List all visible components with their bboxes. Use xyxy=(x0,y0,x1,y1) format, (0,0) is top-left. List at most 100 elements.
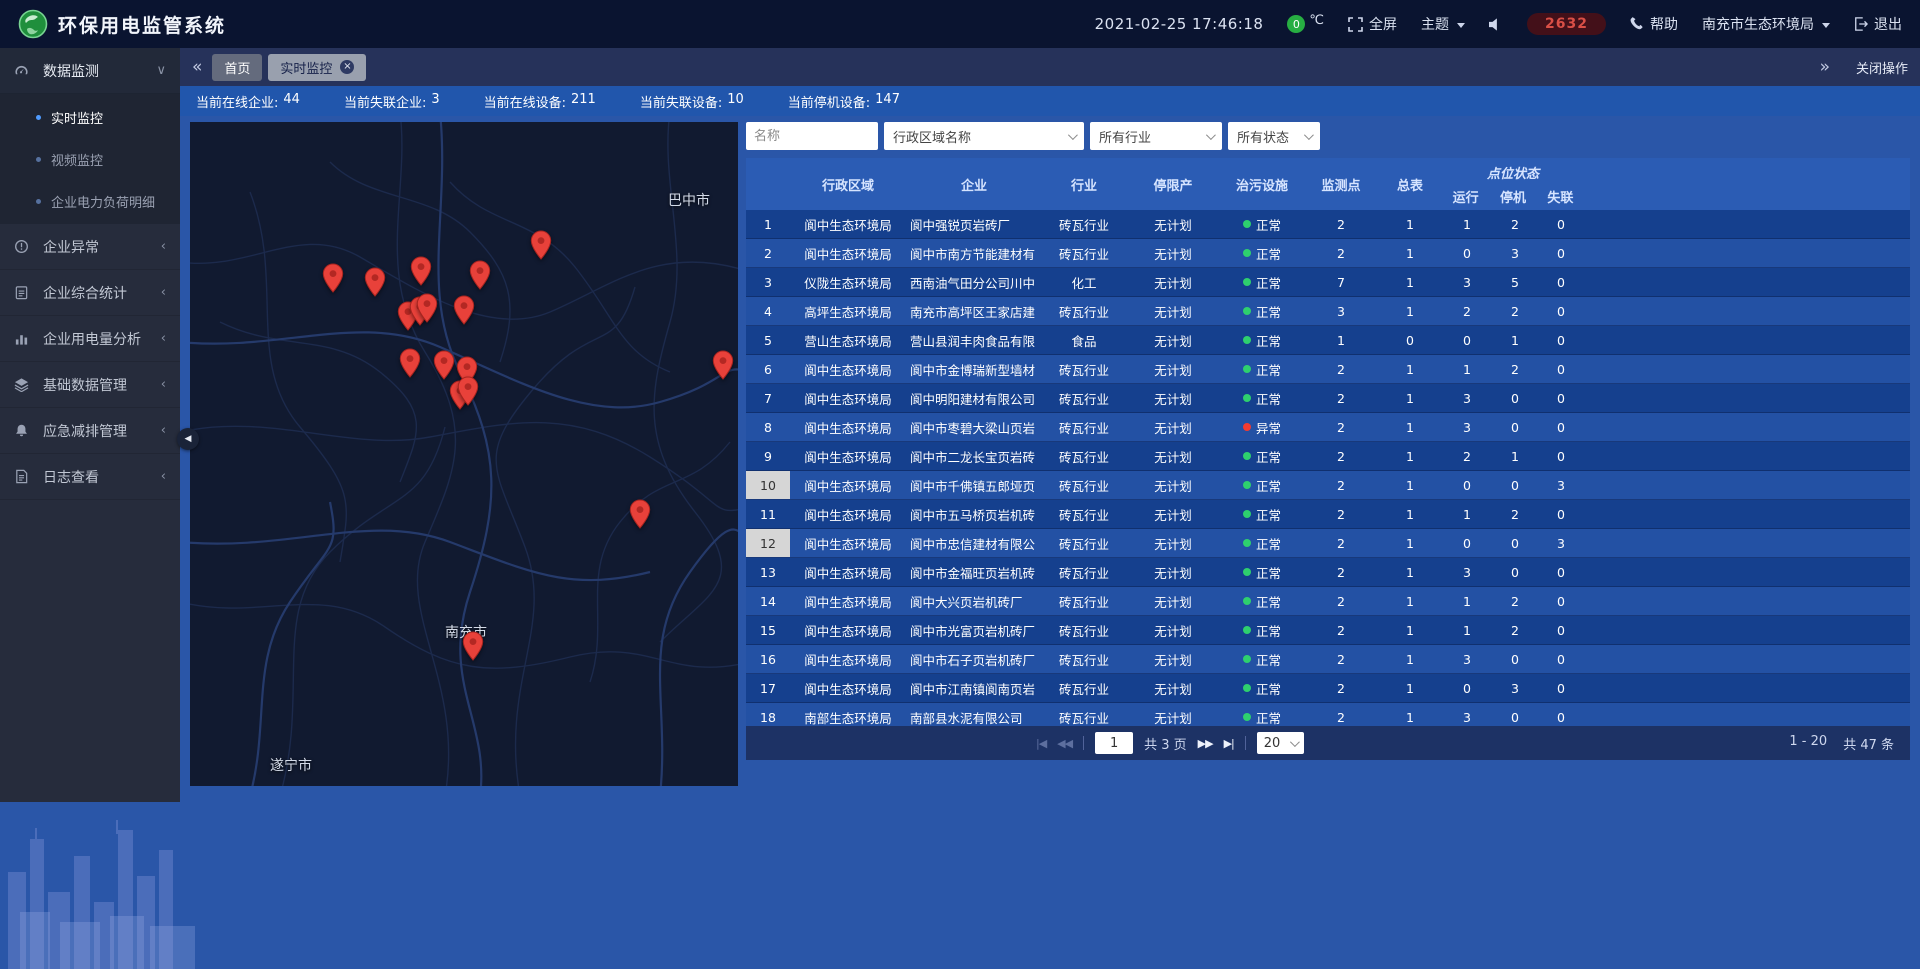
cell-region: 阆中生态环境局 xyxy=(790,384,906,412)
table-row-8[interactable]: 8 阆中生态环境局 阆中市枣碧大梁山页岩 砖瓦行业 无计划 异常 2 1 3 0… xyxy=(746,413,1910,442)
cell-lost: 0 xyxy=(1538,210,1584,238)
name-filter-input[interactable] xyxy=(746,122,878,150)
sidebar-group: 基础数据管理 ‹ xyxy=(0,362,180,408)
cell-region: 阆中生态环境局 xyxy=(790,471,906,499)
cell-total: 1 xyxy=(1378,703,1442,726)
fullscreen-button[interactable]: 全屏 xyxy=(1348,14,1397,34)
table-row-5[interactable]: 5 营山生态环境局 营山县润丰肉食品有限 食品 无计划 正常 1 0 0 1 0 xyxy=(746,326,1910,355)
status-filter-select[interactable]: 所有状态 xyxy=(1228,122,1320,150)
filter-bar: 行政区域名称 所有行业 所有状态 xyxy=(746,122,1910,150)
table-row-6[interactable]: 6 阆中生态环境局 阆中市金博瑞新型墙材 砖瓦行业 无计划 正常 2 1 1 2… xyxy=(746,355,1910,384)
status-dot xyxy=(1243,394,1251,402)
map-pin-10[interactable] xyxy=(399,348,421,378)
stat-value: 44 xyxy=(283,92,300,111)
sidebar-subitem-1-1[interactable]: 实时监控 xyxy=(0,96,180,138)
table-row-3[interactable]: 3 仪陇生态环境局 西南油气田分公司川中 化工 无计划 正常 7 1 3 5 0 xyxy=(746,268,1910,297)
tab-1[interactable]: 首页 xyxy=(212,54,262,81)
pager-last-button[interactable]: ▶| xyxy=(1224,737,1234,750)
table-row-14[interactable]: 14 阆中生态环境局 阆中大兴页岩机砖厂 砖瓦行业 无计划 正常 2 1 1 2… xyxy=(746,587,1910,616)
map-pin-3[interactable] xyxy=(410,256,432,286)
sidebar-group: 数据监测 ∨ 实时监控 视频监控 企业电力负荷明细 xyxy=(0,48,180,224)
table-row-10[interactable]: 10 阆中生态环境局 阆中市千佛镇五郎垭页 砖瓦行业 无计划 正常 2 1 0 … xyxy=(746,471,1910,500)
org-dropdown[interactable]: 南充市生态环境局 xyxy=(1702,14,1830,34)
map-pin-14[interactable] xyxy=(457,376,479,406)
cell-facility: 正常 xyxy=(1220,384,1304,412)
sidebar-item-7[interactable]: 日志查看 ‹ xyxy=(0,454,180,500)
sound-button[interactable] xyxy=(1489,18,1503,31)
cell-facility: 正常 xyxy=(1220,471,1304,499)
cell-run: 3 xyxy=(1442,413,1492,441)
map-pin-5[interactable] xyxy=(530,230,552,260)
table-row-1[interactable]: 1 阆中生态环境局 阆中强锐页岩砖厂 砖瓦行业 无计划 正常 2 1 1 2 0 xyxy=(746,210,1910,239)
col-facility: 治污设施 xyxy=(1220,158,1304,210)
page-size-select[interactable]: 20 xyxy=(1257,732,1305,754)
sidebar-item-6[interactable]: 应急减排管理 ‹ xyxy=(0,408,180,454)
log-icon xyxy=(14,469,34,484)
sidebar-item-2[interactable]: 企业异常 ‹ xyxy=(0,224,180,270)
table-row-17[interactable]: 17 阆中生态环境局 阆中市江南镇阆南页岩 砖瓦行业 无计划 正常 2 1 0 … xyxy=(746,674,1910,703)
cell-company: 阆中市千佛镇五郎垭页 xyxy=(906,471,1042,499)
sidebar-item-3[interactable]: 企业综合统计 ‹ xyxy=(0,270,180,316)
cell-run: 2 xyxy=(1442,442,1492,470)
map-collapse-button[interactable]: ◀ xyxy=(177,428,199,450)
table-row-13[interactable]: 13 阆中生态环境局 阆中市金福旺页岩机砖 砖瓦行业 无计划 正常 2 1 3 … xyxy=(746,558,1910,587)
page-number-input[interactable] xyxy=(1095,732,1133,754)
sidebar-item-1[interactable]: 数据监测 ∨ xyxy=(0,48,180,94)
cell-industry: 砖瓦行业 xyxy=(1042,210,1126,238)
map-pin-15[interactable] xyxy=(712,350,734,380)
region-filter-select[interactable]: 行政区域名称 xyxy=(884,122,1084,150)
cell-limit: 无计划 xyxy=(1126,674,1220,702)
sidebar-subitem-1-3[interactable]: 企业电力负荷明细 xyxy=(0,180,180,222)
table-row-18[interactable]: 18 南部生态环境局 南部县水泥有限公司 砖瓦行业 无计划 正常 2 1 3 0… xyxy=(746,703,1910,726)
sidebar-item-5[interactable]: 基础数据管理 ‹ xyxy=(0,362,180,408)
map-pin-8[interactable] xyxy=(416,293,438,323)
tab-2[interactable]: 实时监控 × xyxy=(268,54,366,81)
pager-first-button[interactable]: |◀ xyxy=(1036,737,1046,750)
map-pin-2[interactable] xyxy=(364,267,386,297)
cell-company: 阆中市金福旺页岩机砖 xyxy=(906,558,1042,586)
map-pin-11[interactable] xyxy=(433,350,455,380)
cell-lost: 0 xyxy=(1538,384,1584,412)
cell-lost: 0 xyxy=(1538,268,1584,296)
tab-scroll-left-icon[interactable]: « xyxy=(192,57,202,77)
table-row-16[interactable]: 16 阆中生态环境局 阆中市石子页岩机砖厂 砖瓦行业 无计划 正常 2 1 3 … xyxy=(746,645,1910,674)
cell-stop: 2 xyxy=(1492,587,1538,615)
pager-prev-button[interactable]: ◀◀ xyxy=(1057,737,1072,750)
cell-region: 南部生态环境局 xyxy=(790,703,906,726)
tab-scroll-right-icon[interactable]: » xyxy=(1820,57,1830,77)
cell-total: 1 xyxy=(1378,355,1442,383)
stat-label: 当前失联企业: xyxy=(344,92,426,111)
facility-status-label: 正常 xyxy=(1256,360,1281,379)
cell-region: 阆中生态环境局 xyxy=(790,587,906,615)
tab-close-icon[interactable]: × xyxy=(340,60,354,74)
sidebar-group: 日志查看 ‹ xyxy=(0,454,180,500)
cell-company: 阆中市金博瑞新型墙材 xyxy=(906,355,1042,383)
sidebar-subitem-1-2[interactable]: 视频监控 xyxy=(0,138,180,180)
table-row-15[interactable]: 15 阆中生态环境局 阆中市光富页岩机砖厂 砖瓦行业 无计划 正常 2 1 1 … xyxy=(746,616,1910,645)
table-row-12[interactable]: 12 阆中生态环境局 阆中市忠信建材有限公 砖瓦行业 无计划 正常 2 1 0 … xyxy=(746,529,1910,558)
help-button[interactable]: 帮助 xyxy=(1630,14,1678,34)
table-row-11[interactable]: 11 阆中生态环境局 阆中市五马桥页岩机砖 砖瓦行业 无计划 正常 2 1 1 … xyxy=(746,500,1910,529)
table-row-2[interactable]: 2 阆中生态环境局 阆中市南方节能建材有 砖瓦行业 无计划 正常 2 1 0 3… xyxy=(746,239,1910,268)
table-row-9[interactable]: 9 阆中生态环境局 阆中市二龙长宝页岩砖 砖瓦行业 无计划 正常 2 1 2 1… xyxy=(746,442,1910,471)
map-pin-16[interactable] xyxy=(629,499,651,529)
map-city-label-3: 遂宁市 xyxy=(270,755,312,775)
table-row-7[interactable]: 7 阆中生态环境局 阆中明阳建材有限公司 砖瓦行业 无计划 正常 2 1 3 0… xyxy=(746,384,1910,413)
facility-status-label: 正常 xyxy=(1256,302,1281,321)
theme-dropdown[interactable]: 主题 xyxy=(1421,14,1465,34)
industry-filter-select[interactable]: 所有行业 xyxy=(1090,122,1222,150)
map-pin-9[interactable] xyxy=(453,295,475,325)
cell-company: 西南油气田分公司川中 xyxy=(906,268,1042,296)
map-pin-4[interactable] xyxy=(469,260,491,290)
cell-company: 营山县润丰肉食品有限 xyxy=(906,326,1042,354)
pager-next-button[interactable]: ▶▶ xyxy=(1198,737,1213,750)
map-pin-17[interactable] xyxy=(462,631,484,661)
cell-industry: 砖瓦行业 xyxy=(1042,616,1126,644)
table-row-4[interactable]: 4 高坪生态环境局 南充市高坪区王家店建 砖瓦行业 无计划 正常 3 1 2 2… xyxy=(746,297,1910,326)
alarm-count-badge[interactable]: 2632 xyxy=(1527,13,1606,35)
logout-button[interactable]: 退出 xyxy=(1854,14,1902,34)
sidebar-item-4[interactable]: 企业用电量分析 ‹ xyxy=(0,316,180,362)
close-operations-button[interactable]: 关闭操作 xyxy=(1856,58,1908,77)
map-pin-1[interactable] xyxy=(322,263,344,293)
map[interactable]: 巴中市南充市遂宁市 xyxy=(190,122,738,786)
